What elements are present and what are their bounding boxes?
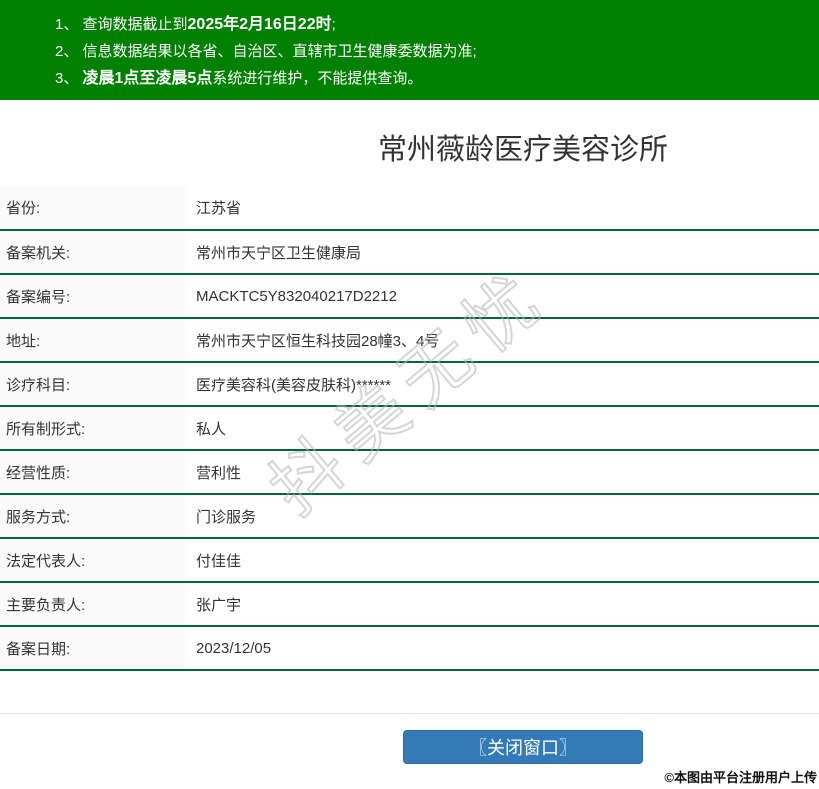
row-label: 所有制形式: — [0, 406, 185, 451]
row-value: 付佳佳 — [185, 538, 819, 583]
table-row: 所有制形式: 私人 — [0, 406, 819, 451]
row-value: 医疗美容科(美容皮肤科)****** — [185, 362, 819, 407]
row-value: 门诊服务 — [185, 494, 819, 539]
notice-banner: 1、 查询数据截止到2025年2月16日22时; 2、 信息数据结果以各省、自治区… — [0, 0, 819, 100]
table-row: 地址: 常州市天宁区恒生科技园28幢3、4号 — [0, 318, 819, 363]
close-window-button[interactable]: 〖关闭窗口〗 — [403, 730, 643, 764]
notice-line: 1、 查询数据截止到2025年2月16日22时; — [55, 16, 336, 33]
table-row: 诊疗科目: 医疗美容科(美容皮肤科)****** — [0, 362, 819, 407]
row-label: 经营性质: — [0, 450, 185, 495]
button-row: 〖关闭窗口〗 — [0, 730, 819, 764]
row-value: 私人 — [185, 406, 819, 451]
row-value: 张广宇 — [185, 582, 819, 627]
page: 1、 查询数据截止到2025年2月16日22时; 2、 信息数据结果以各省、自治区… — [0, 0, 819, 789]
table-row: 经营性质: 营利性 — [0, 450, 819, 495]
row-label: 主要负责人: — [0, 582, 185, 627]
row-label: 服务方式: — [0, 494, 185, 539]
row-value: MACKTC5Y832040217D2212 — [185, 274, 819, 319]
row-label: 诊疗科目: — [0, 362, 185, 407]
table-row: 服务方式: 门诊服务 — [0, 494, 819, 539]
row-label: 省份: — [0, 186, 185, 231]
row-label: 法定代表人: — [0, 538, 185, 583]
table-row: 主要负责人: 张广宇 — [0, 582, 819, 627]
footer-divider — [0, 713, 819, 714]
corner-watermark: ©本图由平台注册用户上传 — [664, 770, 817, 785]
table-row: 备案日期: 2023/12/05 — [0, 626, 819, 671]
page-title: 常州薇龄医疗美容诊所 — [377, 134, 668, 166]
row-label: 备案日期: — [0, 626, 185, 671]
row-value: 营利性 — [185, 450, 819, 495]
table-row: 省份: 江苏省 — [0, 186, 819, 231]
row-label: 地址: — [0, 318, 185, 363]
content-container: 1、 查询数据截止到2025年2月16日22时; 2、 信息数据结果以各省、自治区… — [0, 0, 819, 764]
table-row: 法定代表人: 付佳佳 — [0, 538, 819, 583]
row-label: 备案机关: — [0, 230, 185, 275]
notice-line: 3、 凌晨1点至凌晨5点系统进行维护，不能提供查询。 — [55, 70, 423, 87]
row-value: 常州市天宁区卫生健康局 — [185, 230, 819, 275]
row-value: 常州市天宁区恒生科技园28幢3、4号 — [185, 318, 819, 363]
row-label: 备案编号: — [0, 274, 185, 319]
table-row: 备案机关: 常州市天宁区卫生健康局 — [0, 230, 819, 275]
table-row: 备案编号: MACKTC5Y832040217D2212 — [0, 274, 819, 319]
row-value: 2023/12/05 — [185, 626, 819, 671]
row-value: 江苏省 — [185, 186, 819, 231]
info-table: 省份: 江苏省 备案机关: 常州市天宁区卫生健康局 备案编号: MACKTC5Y… — [0, 186, 819, 671]
notice-line: 2、 信息数据结果以各省、自治区、直辖市卫生健康委数据为准; — [55, 43, 477, 60]
